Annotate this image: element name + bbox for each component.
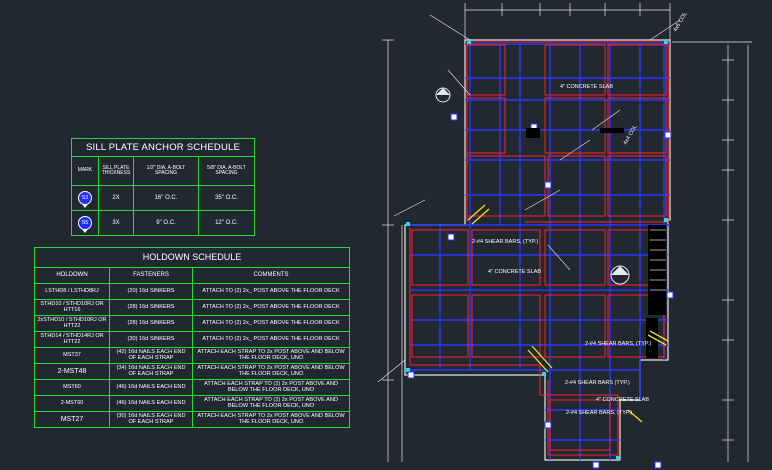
column-label: 4x6 COL [673,11,689,33]
wall-blocks [526,128,666,358]
slab-label: 4" CONCRETE SLAB [488,269,541,275]
shear-bar-label: 2-#4 SHEAR BARS, (TYP.) [585,341,651,347]
top-dimension-lines [464,3,752,43]
slab-label: 4" CONCRETE SLAB [560,84,613,90]
shear-bar-label: 2-#4 SHEAR BARS, (TYP.) [472,239,538,245]
column-label: 4x4 COL [623,124,639,146]
shear-bar-label: 2-#4 SHEAR BARS (TYP.) [565,380,630,386]
slab-label: 4" CONCRETE SLAB [596,397,649,403]
foundation-plan: 4" CONCRETE SLAB 4" CONCRETE SLAB 4" CON… [377,3,752,469]
leader-lines [377,14,681,383]
shear-bars [467,204,669,423]
right-dimension-lines [722,45,749,462]
left-dimension-lines [382,39,403,462]
footing-outlines [409,41,669,456]
shear-bar-label: 2-#4 SHEAR BARS, (TYP.) [566,410,632,416]
